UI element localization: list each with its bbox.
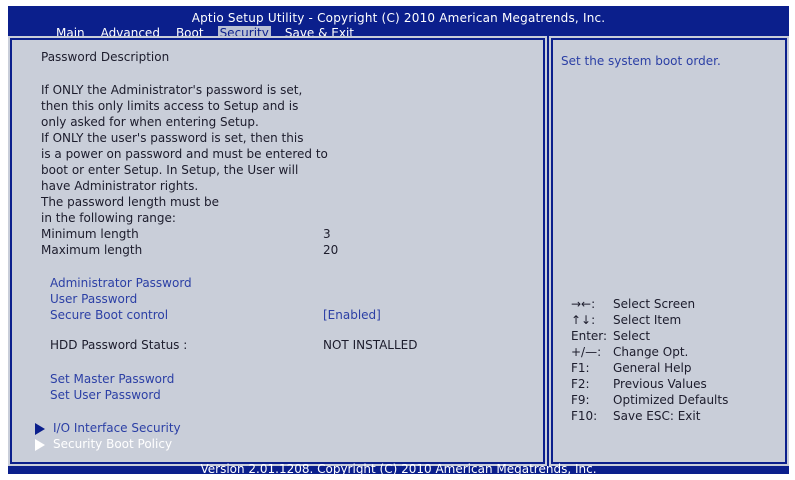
key-f2-desc: Previous Values: [613, 377, 707, 391]
submenu-arrow-icon: [35, 423, 45, 435]
key-change-opt-key: +/—:: [571, 345, 602, 359]
submenu-arrow-icon: [35, 439, 45, 451]
secure-boot-control-item[interactable]: Secure Boot control: [50, 308, 168, 323]
key-enter-desc: Select: [613, 329, 651, 343]
key-select-item-desc: Select Item: [613, 313, 682, 327]
key-f1-desc: General Help: [613, 361, 692, 375]
description-line: boot or enter Setup. In Setup, the User …: [41, 163, 299, 177]
description-line: then this only limits access to Setup an…: [41, 99, 299, 113]
hdd-password-status-value: NOT INSTALLED: [323, 338, 418, 352]
key-select-screen-desc: Select Screen: [613, 297, 696, 311]
key-select-screen-key: →←:: [571, 297, 596, 311]
min-length-label: Minimum length: [41, 227, 139, 241]
key-f1-key: F1:: [571, 361, 590, 375]
security-boot-policy-item[interactable]: Security Boot Policy: [53, 437, 172, 452]
key-select-item-key: ↑↓:: [571, 313, 596, 327]
max-length-label: Maximum length: [41, 243, 143, 257]
description-line: If ONLY the user's password is set, then…: [41, 131, 304, 145]
help-text: Set the system boot order.: [561, 54, 721, 68]
description-line: in the following range:: [41, 211, 176, 225]
key-f9-desc: Optimized Defaults: [613, 393, 729, 407]
key-change-opt-desc: Change Opt.: [613, 345, 689, 359]
key-f9-key: F9:: [571, 393, 590, 407]
version-footer: Version 2.01.1208. Copyright (C) 2010 Am…: [200, 462, 597, 476]
max-length-value: 20: [323, 243, 339, 257]
description-line: only asked for when entering Setup.: [41, 115, 259, 129]
password-description-heading: Password Description: [41, 50, 170, 64]
key-enter-key: Enter:: [571, 329, 608, 343]
key-f2-key: F2:: [571, 377, 590, 391]
set-user-password-item[interactable]: Set User Password: [50, 388, 161, 403]
key-f10-key: F10:: [571, 409, 598, 423]
bios-title: Aptio Setup Utility - Copyright (C) 2010…: [191, 11, 606, 25]
description-line: If ONLY the Administrator's password is …: [41, 83, 303, 97]
io-interface-security-item[interactable]: I/O Interface Security: [53, 421, 181, 436]
secure-boot-control-value[interactable]: [Enabled]: [323, 308, 381, 323]
description-line: have Administrator rights.: [41, 179, 199, 193]
key-f10-desc: Save ESC: Exit: [613, 409, 701, 423]
help-panel: Set the system boot order. →←: Select Sc…: [549, 36, 789, 466]
user-password-item[interactable]: User Password: [50, 292, 137, 307]
description-line: is a power on password and must be enter…: [41, 147, 328, 161]
min-length-value: 3: [323, 227, 331, 241]
description-line: The password length must be: [41, 195, 220, 209]
set-master-password-item[interactable]: Set Master Password: [50, 372, 174, 387]
bios-screen: Aptio Setup Utility - Copyright (C) 2010…: [8, 6, 789, 476]
settings-panel: Password Description If ONLY the Adminis…: [8, 36, 547, 466]
administrator-password-item[interactable]: Administrator Password: [50, 276, 192, 291]
hdd-password-status-label: HDD Password Status :: [50, 338, 188, 352]
